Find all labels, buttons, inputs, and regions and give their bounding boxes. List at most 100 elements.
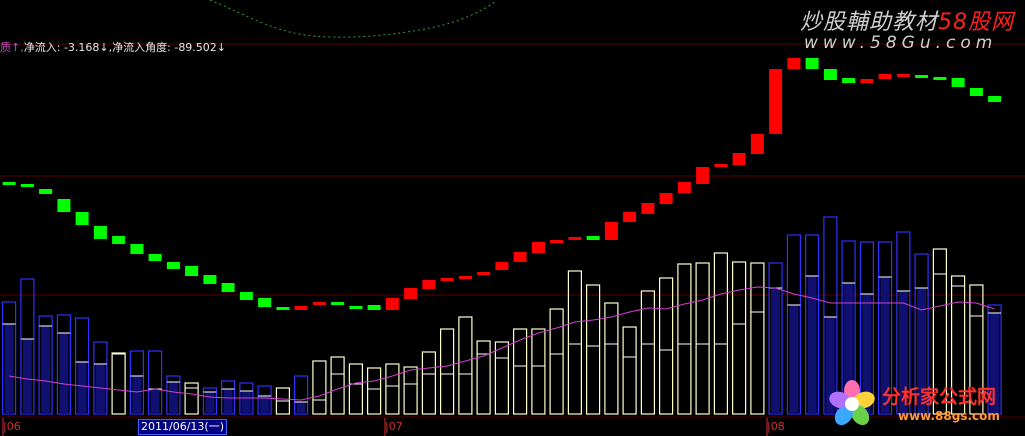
indicator-prefix: 质↑, — [0, 41, 24, 54]
volume-bar — [585, 284, 601, 415]
volume-bar-fill — [807, 276, 817, 414]
cursor-date-label: 2011/06/13(一) — [138, 419, 227, 435]
volume-bar-fill — [95, 364, 105, 414]
indicator-block — [93, 226, 107, 239]
volume-bar-fill — [296, 402, 306, 414]
watermark-brand: 58股网 — [938, 10, 1015, 35]
indicator-block — [623, 212, 637, 222]
indicator-block — [276, 307, 290, 310]
volume-bar — [658, 277, 674, 415]
indicator-block — [951, 78, 965, 87]
indicator-block — [477, 272, 491, 275]
volume-bar-fill — [168, 382, 178, 414]
indicator-blocks — [2, 58, 1002, 310]
indicator-block — [57, 199, 71, 212]
volume-bar — [348, 363, 363, 415]
indicator-block — [933, 77, 947, 80]
indicator-block — [531, 242, 545, 253]
site-logo: 分析家公式网 www.88gs.com — [826, 378, 1021, 430]
indicator-block — [294, 306, 308, 310]
flower-logo-icon — [829, 380, 875, 426]
volume-bar-fill — [77, 362, 87, 414]
upper-pane-dashed-curve — [209, 0, 496, 38]
volume-bar — [713, 252, 729, 415]
volume-bar — [695, 262, 710, 415]
indicator-block — [550, 240, 564, 243]
x-axis-label-06: |06 — [3, 420, 21, 433]
x-axis-label-07: |07 — [385, 420, 403, 433]
volume-bar-fill — [4, 324, 14, 414]
volume-bar-fill — [260, 396, 270, 414]
watermark-url: www.58Gu.com — [804, 33, 998, 53]
net-inflow-angle-value: -89.502↓ — [174, 41, 227, 54]
volume-bar-fill — [132, 376, 142, 414]
indicator-block — [404, 288, 418, 299]
indicator-block — [823, 69, 837, 80]
volume-bar — [385, 363, 400, 415]
indicator-block — [166, 262, 180, 269]
logo-name: 分析家公式网 — [882, 386, 997, 408]
volume-bar-fill — [22, 339, 32, 414]
volume-bar-fill — [59, 333, 69, 414]
indicator-block — [860, 79, 874, 83]
volume-bar — [622, 326, 637, 415]
volume-bar — [567, 270, 583, 415]
volume-bar — [604, 302, 619, 415]
indicator-block — [988, 96, 1002, 102]
volume-bar — [731, 261, 747, 415]
volume-bar-fill — [789, 305, 799, 414]
indicator-block — [367, 305, 381, 310]
indicator-block — [203, 275, 217, 284]
watermark-title: 炒股輔助教材58股网 — [800, 4, 1014, 36]
volume-bar-fill — [41, 326, 51, 414]
indicator-block — [239, 292, 253, 300]
indicator-block — [842, 78, 856, 83]
indicator-block — [659, 193, 673, 204]
volume-bar — [312, 360, 327, 415]
indicator-block — [75, 212, 89, 225]
indicator-block — [641, 203, 655, 214]
volume-bar — [750, 262, 765, 415]
volume-bar — [549, 308, 564, 415]
indicator-block — [568, 237, 582, 240]
indicator-block — [258, 298, 272, 307]
indicator-block — [221, 283, 235, 292]
chart-canvas — [0, 0, 1025, 436]
indicator-block — [385, 298, 399, 310]
indicator-block — [915, 75, 929, 78]
volume-bar — [458, 316, 473, 415]
indicator-block — [586, 236, 600, 240]
volume-bar — [494, 341, 509, 415]
indicator-block — [312, 302, 326, 305]
indicator-block — [604, 222, 618, 240]
indicator-header: 质↑,净流入: -3.168↓,净流入角度: -89.502↓ — [0, 41, 227, 54]
volume-bar-fill — [223, 389, 233, 414]
volume-bar — [677, 263, 692, 415]
indicator-block — [440, 278, 454, 281]
indicator-block — [39, 189, 53, 194]
indicator-block — [331, 302, 345, 305]
indicator-block — [20, 184, 34, 187]
indicator-block — [787, 58, 801, 69]
watermark-cn-text: 炒股輔助教材 — [800, 10, 939, 35]
indicator-block — [805, 58, 819, 69]
indicator-block — [130, 244, 144, 254]
indicator-block — [714, 164, 728, 167]
net-inflow-value: -3.168↓ — [63, 41, 109, 54]
indicator-block — [896, 74, 910, 77]
volume-bar-fill — [241, 391, 251, 414]
volume-bar — [330, 356, 345, 415]
volume-bar-fill — [205, 392, 215, 414]
net-inflow-angle-label: 净流入角度: — [112, 41, 171, 54]
logo-url: www.88gs.com — [898, 409, 1000, 423]
indicator-block — [458, 276, 472, 279]
volume-bar — [440, 328, 455, 415]
volume-bar — [476, 340, 491, 415]
volume-bar-fill — [150, 389, 160, 414]
indicator-block — [677, 182, 691, 193]
volume-bar — [111, 352, 126, 415]
indicator-block — [422, 280, 436, 289]
net-inflow-label: 净流入: — [23, 41, 61, 54]
volume-bar — [403, 366, 418, 415]
volume-bar — [421, 351, 436, 415]
